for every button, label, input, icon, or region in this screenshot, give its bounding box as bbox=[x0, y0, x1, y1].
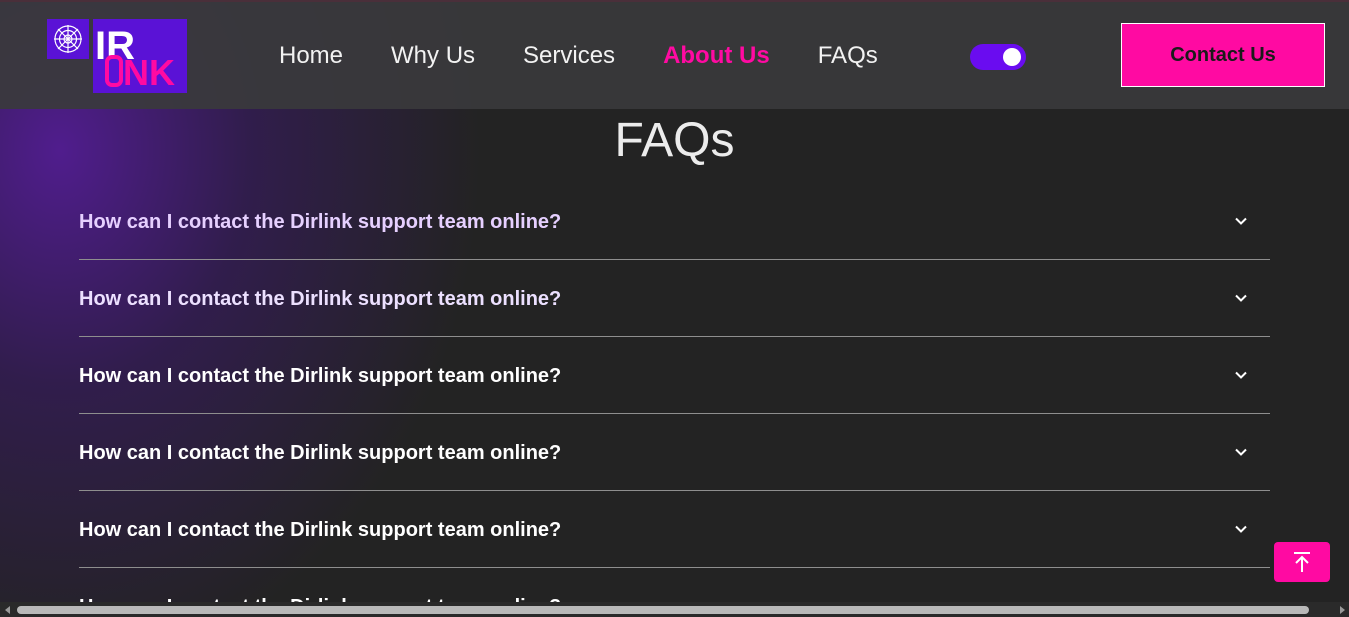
chevron-down-icon bbox=[1235, 217, 1247, 225]
triangle-right-icon bbox=[1339, 605, 1345, 614]
chevron-down-icon bbox=[1235, 371, 1247, 379]
dirlink-logo[interactable]: IR NK bbox=[47, 19, 189, 93]
contact-us-button[interactable]: Contact Us bbox=[1121, 23, 1325, 87]
faq-question: How can I contact the Dirlink support te… bbox=[79, 442, 562, 464]
nav-services[interactable]: Services bbox=[523, 41, 615, 71]
faq-list: How can I contact the Dirlink support te… bbox=[79, 183, 1270, 617]
faq-item[interactable]: How can I contact the Dirlink support te… bbox=[79, 260, 1270, 337]
faq-question: How can I contact the Dirlink support te… bbox=[79, 288, 562, 310]
arrow-up-to-top-icon bbox=[1294, 552, 1310, 572]
page: IR NK Home Why Us Services About Us FAQs… bbox=[0, 0, 1349, 617]
chevron-down-icon bbox=[1235, 448, 1247, 456]
faq-question: How can I contact the Dirlink support te… bbox=[79, 211, 562, 233]
faq-item[interactable]: How can I contact the Dirlink support te… bbox=[79, 183, 1270, 260]
triangle-left-icon bbox=[4, 605, 10, 614]
spider-web-icon bbox=[54, 25, 82, 53]
faq-question: How can I contact the Dirlink support te… bbox=[79, 365, 562, 387]
back-to-top-button[interactable] bbox=[1274, 542, 1330, 582]
faq-item[interactable]: How can I contact the Dirlink support te… bbox=[79, 491, 1270, 568]
theme-toggle[interactable] bbox=[970, 44, 1026, 70]
faq-question: How can I contact the Dirlink support te… bbox=[79, 519, 562, 541]
chevron-down-icon bbox=[1235, 525, 1247, 533]
nav-home[interactable]: Home bbox=[279, 41, 343, 71]
chevron-down-icon bbox=[1235, 294, 1247, 302]
nav-why-us[interactable]: Why Us bbox=[391, 41, 475, 71]
faq-item[interactable]: How can I contact the Dirlink support te… bbox=[79, 337, 1270, 414]
scroll-left-arrow[interactable] bbox=[0, 602, 15, 617]
logo-text-bottom: NK bbox=[123, 52, 175, 93]
faqs-title: FAQs bbox=[614, 114, 735, 167]
toggle-knob bbox=[1003, 48, 1021, 66]
nav-about-us[interactable]: About Us bbox=[663, 41, 770, 71]
faq-item[interactable]: How can I contact the Dirlink support te… bbox=[79, 414, 1270, 491]
nav-faqs[interactable]: FAQs bbox=[818, 41, 878, 71]
site-header: IR NK Home Why Us Services About Us FAQs… bbox=[0, 2, 1349, 109]
horizontal-scrollbar[interactable] bbox=[0, 602, 1349, 617]
main-nav: Home Why Us Services About Us FAQs bbox=[279, 41, 926, 71]
scroll-right-arrow[interactable] bbox=[1334, 602, 1349, 617]
scrollbar-thumb[interactable] bbox=[17, 606, 1309, 614]
